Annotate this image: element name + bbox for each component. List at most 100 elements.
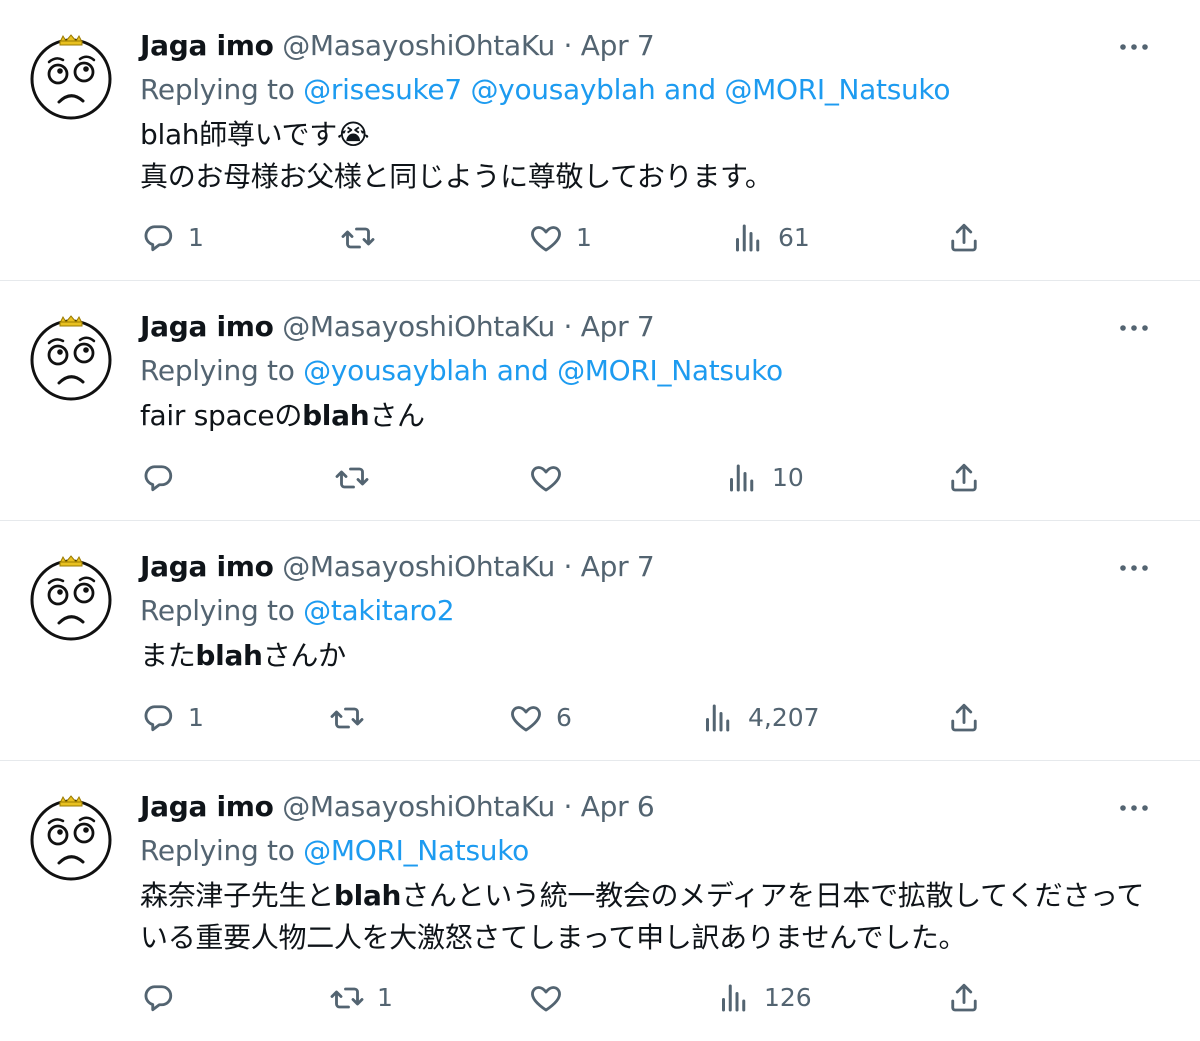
share-button[interactable] <box>946 220 982 256</box>
views-button[interactable]: 61 <box>730 220 810 256</box>
separator-dot: · <box>563 550 573 583</box>
reply-icon <box>144 225 173 252</box>
views-chart-icon <box>736 224 760 252</box>
tweet-text-segment: いる重要人物二人を大激怒さてしまって申し訳ありませんでした。 <box>140 921 967 954</box>
mention-link[interactable]: @yousayblah <box>470 73 655 106</box>
views-button[interactable]: 10 <box>724 460 804 496</box>
share-icon <box>951 463 977 492</box>
mention-link[interactable]: @MORI_Natsuko <box>557 354 783 387</box>
tweet-text-line: 真のお母様お父様と同じように尊敬しております。 <box>140 156 773 198</box>
tweet-date[interactable]: Apr 7 <box>581 310 655 343</box>
tweet[interactable]: Jaga imo @MasayoshiOhtaKu · Apr 6 Replyin… <box>0 761 1200 1041</box>
retweet-button[interactable] <box>329 700 377 736</box>
tweet-text-line: またblahさんか <box>140 635 346 677</box>
separator-dot: · <box>563 310 573 343</box>
views-count: 10 <box>772 463 804 492</box>
avatar[interactable] <box>26 32 116 122</box>
mention-link[interactable]: @MORI_Natsuko <box>303 834 529 867</box>
views-chart-icon <box>722 984 746 1012</box>
replying-to-label: Replying to <box>140 354 295 387</box>
user-handle[interactable]: @MasayoshiOhtaKu <box>282 790 555 823</box>
reply-button[interactable]: 1 <box>140 220 204 256</box>
tweet-text-line: fair spaceのblahさん <box>140 395 425 437</box>
reply-button[interactable] <box>140 980 188 1016</box>
share-icon <box>951 223 977 252</box>
tweet-date[interactable]: Apr 7 <box>581 29 655 62</box>
share-button[interactable] <box>946 460 982 496</box>
retweet-icon <box>330 707 364 729</box>
more-options-button[interactable] <box>1114 313 1154 343</box>
tweet-text: blah師尊いです😭 真のお母様お父様と同じように尊敬しております。 <box>140 114 773 198</box>
more-options-icon <box>1120 44 1148 50</box>
tweet[interactable]: Jaga imo @MasayoshiOhtaKu · Apr 7 Replyin… <box>0 281 1200 521</box>
separator-dot: · <box>563 29 573 62</box>
reply-button[interactable] <box>140 460 188 496</box>
display-name[interactable]: Jaga imo <box>140 29 274 62</box>
tweet[interactable]: Jaga imo @MasayoshiOhtaKu · Apr 7 Replyin… <box>0 521 1200 761</box>
views-button[interactable]: 126 <box>716 980 812 1016</box>
heart-icon <box>531 986 561 1012</box>
like-button[interactable]: 1 <box>528 220 592 256</box>
mention-link[interactable]: @takitaro2 <box>303 594 454 627</box>
avatar[interactable] <box>26 313 116 403</box>
like-button[interactable] <box>528 460 576 496</box>
replying-to-label: Replying to <box>140 73 295 106</box>
separator-dot: · <box>563 790 573 823</box>
crowned-worried-face-icon <box>30 795 112 881</box>
retweet-button[interactable] <box>334 460 382 496</box>
retweet-icon <box>330 987 364 1009</box>
avatar[interactable] <box>26 793 116 883</box>
more-options-button[interactable] <box>1114 793 1154 823</box>
user-handle[interactable]: @MasayoshiOhtaKu <box>282 310 555 343</box>
views-count: 126 <box>764 983 812 1012</box>
like-button[interactable]: 6 <box>508 700 572 736</box>
retweet-icon <box>335 467 369 489</box>
views-chart-icon <box>730 464 754 492</box>
replies-count: 1 <box>188 223 204 252</box>
tweet-text-line: いる重要人物二人を大激怒さてしまって申し訳ありませんでした。 <box>140 917 1144 959</box>
tweet-text-bold: blah <box>333 879 402 912</box>
views-chart-icon <box>706 704 730 732</box>
likes-count: 1 <box>576 223 592 252</box>
tweet-text-segment: さん <box>369 399 425 432</box>
more-options-button[interactable] <box>1114 553 1154 583</box>
reply-button[interactable]: 1 <box>140 700 204 736</box>
views-button[interactable]: 4,207 <box>700 700 820 736</box>
display-name[interactable]: Jaga imo <box>140 790 274 823</box>
share-button[interactable] <box>946 700 982 736</box>
mention-link[interactable]: @MORI_Natsuko <box>724 73 950 106</box>
replying-to-label: Replying to <box>140 594 295 627</box>
like-button[interactable] <box>528 980 576 1016</box>
replying-to: Replying to @risesuke7 @yousayblah and @… <box>140 71 950 109</box>
tweet-date[interactable]: Apr 6 <box>581 790 655 823</box>
replying-to: Replying to @MORI_Natsuko <box>140 832 529 870</box>
tweet-text-bold: blah <box>302 399 370 432</box>
display-name[interactable]: Jaga imo <box>140 310 274 343</box>
mention-link[interactable]: @yousayblah <box>303 354 488 387</box>
more-options-icon <box>1120 325 1148 331</box>
tweet-text: 森奈津子先生とblahさんという統一教会のメディアを日本で拡散してくださって いる… <box>140 875 1144 959</box>
retweet-button[interactable] <box>340 220 388 256</box>
avatar[interactable] <box>26 553 116 643</box>
crowned-worried-face-icon <box>30 34 112 120</box>
retweet-button[interactable]: 1 <box>329 980 393 1016</box>
heart-icon <box>531 226 561 252</box>
replying-to-label: Replying to <box>140 834 295 867</box>
user-handle[interactable]: @MasayoshiOhtaKu <box>282 29 555 62</box>
mention-conjunction: and <box>496 354 549 387</box>
share-icon <box>951 983 977 1012</box>
share-button[interactable] <box>946 980 982 1016</box>
retweets-count: 1 <box>377 983 393 1012</box>
display-name[interactable]: Jaga imo <box>140 550 274 583</box>
more-options-icon <box>1120 565 1148 571</box>
tweet-text-bold: blah <box>195 639 263 672</box>
tweet-header: Jaga imo @MasayoshiOhtaKu · Apr 7 <box>140 308 655 346</box>
replies-count: 1 <box>188 703 204 732</box>
more-options-button[interactable] <box>1114 32 1154 62</box>
tweet-date[interactable]: Apr 7 <box>581 550 655 583</box>
mention-link[interactable]: @risesuke7 <box>303 73 462 106</box>
replying-to: Replying to @yousayblah and @MORI_Natsuk… <box>140 352 783 390</box>
share-icon <box>951 703 977 732</box>
user-handle[interactable]: @MasayoshiOhtaKu <box>282 550 555 583</box>
tweet[interactable]: Jaga imo @MasayoshiOhtaKu · Apr 7 Replyin… <box>0 0 1200 281</box>
